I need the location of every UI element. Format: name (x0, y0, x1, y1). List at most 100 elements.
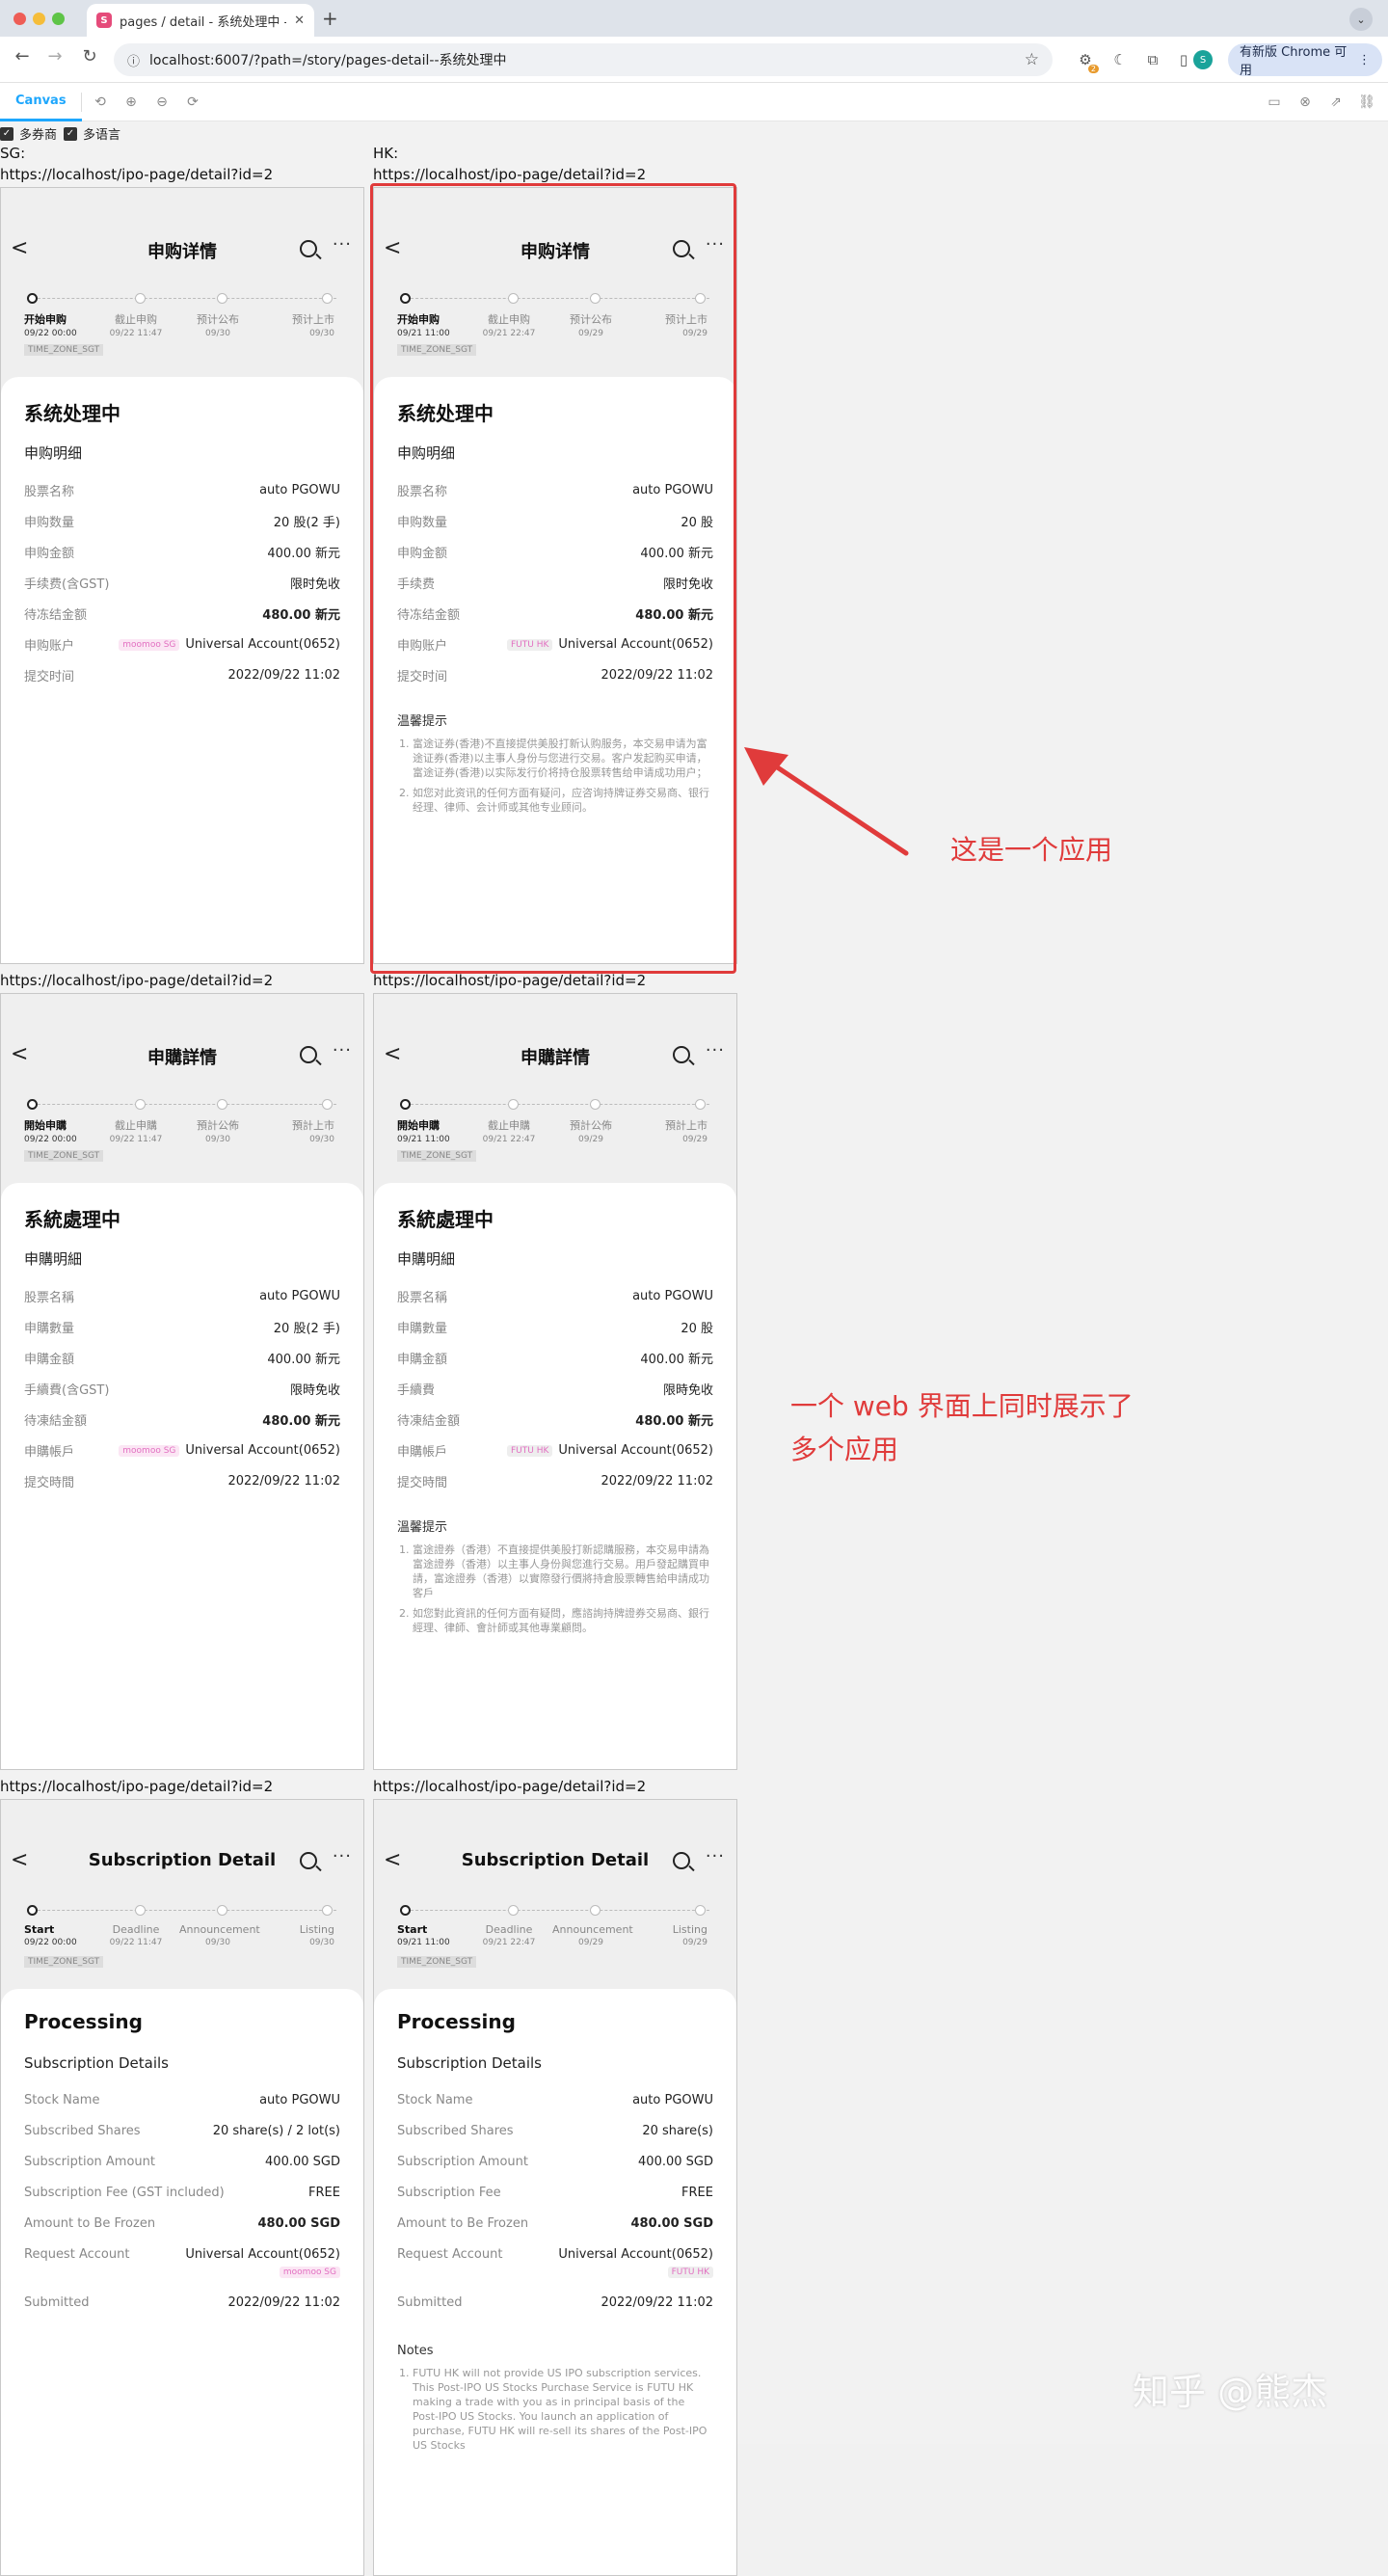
row-value-text: 2022/09/22 11:02 (227, 1474, 340, 1489)
more-icon[interactable]: ··· (706, 1040, 725, 1060)
detail-row: 申購帳戶 moomoo SG Universal Account(0652) (24, 1441, 340, 1460)
back-icon[interactable]: ← (10, 46, 35, 67)
detail-row: Subscription Fee (GST included) FREE (24, 2186, 340, 2200)
step-name: 截止申購 (488, 1119, 530, 1132)
step-name: 截止申购 (115, 313, 157, 326)
remount-icon[interactable]: ⟲ (91, 93, 110, 112)
highlight-frame (370, 183, 736, 974)
row-value-text: Universal Account(0652) (558, 2247, 713, 2262)
timeline-dot (217, 293, 227, 304)
row-value: 400.00 SGD (265, 2155, 340, 2169)
site-info-icon[interactable]: ⓘ (127, 51, 140, 69)
search-icon[interactable] (300, 240, 317, 257)
forward-icon[interactable]: → (42, 46, 67, 67)
timeline-step: Start 09/22 00:00 (24, 1923, 101, 1947)
row-value: 20 股(2 手) (274, 512, 340, 530)
annotation-note-app: 这是一个应用 (950, 834, 1113, 866)
step-date: 09/30 (205, 329, 230, 338)
address-bar[interactable]: ⓘ localhost:6007/?path=/story/pages-deta… (114, 43, 1053, 76)
row-value: auto PGOWU (259, 481, 340, 499)
search-icon[interactable] (300, 1046, 317, 1063)
row-label: 提交時間 (24, 1476, 75, 1490)
detail-row: Amount to Be Frozen 480.00 SGD (24, 2216, 340, 2231)
more-icon[interactable]: ··· (333, 234, 352, 255)
step-date: 09/29 (578, 1938, 603, 1947)
more-icon[interactable]: ··· (706, 1846, 725, 1866)
detail-card: 系统处理中 申购明细 股票名称 auto PGOWU 申购数量 20 股(2 手) 申购金额… (1, 377, 363, 963)
search-icon[interactable] (300, 1852, 317, 1869)
row-label: Amount to Be Frozen (24, 2216, 156, 2231)
app-frame: < 申购详情 ··· 开始申购 09/22 00:00 截止申购 09/22 11:47 预计… (0, 187, 364, 964)
note-item: 富途證券（香港）不直接提供美股打新認購服務，本交易申請為富途證券（香港）以主事人… (413, 1543, 713, 1600)
zoom-out-icon[interactable]: ⊖ (152, 93, 172, 112)
row-label: 申購金額 (24, 1353, 75, 1367)
detail-row: 待凍結金額 480.00 新元 (397, 1410, 713, 1429)
step-date: 09/30 (309, 1938, 334, 1947)
timezone-tag: TIME_ZONE_SGT (397, 1956, 477, 1968)
detail-row: 手续费(含GST) 限时免收 (24, 574, 340, 592)
outline-icon[interactable]: ⊗ (1295, 93, 1315, 112)
row-label: 手續費(含GST) (24, 1383, 110, 1398)
search-icon[interactable] (673, 1046, 690, 1063)
zoom-in-icon[interactable]: ⊕ (121, 93, 141, 112)
storybook-toolbar: Canvas ⟲ ⊕ ⊖ ⟳ ▭ ⊗ ⇗ ⛓ (0, 83, 1388, 121)
row-value-text: 20 股(2 手) (273, 516, 340, 530)
tab-search-chevron-icon[interactable]: ⌄ (1349, 8, 1373, 31)
timeline-step: Start 09/21 11:00 (397, 1923, 474, 1947)
extension-icon[interactable]: ⚙ 2 (1074, 48, 1099, 73)
extensions-puzzle-icon[interactable]: ⧉ (1141, 48, 1164, 71)
row-value: 480.00 新元 (262, 1410, 340, 1429)
timezone-tag: TIME_ZONE_SGT (24, 1150, 104, 1162)
row-label: Stock Name (24, 2093, 100, 2107)
toggle-multi-broker[interactable]: ✓ 多券商 (0, 124, 57, 143)
timeline-dot (590, 1099, 601, 1110)
checkbox-checked-icon[interactable]: ✓ (64, 126, 77, 141)
timezone-tag: TIME_ZONE_SGT (24, 344, 104, 356)
minimize-window-button[interactable] (33, 13, 45, 25)
checkbox-checked-icon[interactable]: ✓ (0, 126, 13, 141)
timeline-dot (135, 293, 146, 304)
sg-label: SG: (0, 145, 26, 162)
more-icon[interactable]: ··· (333, 1040, 352, 1060)
search-icon[interactable] (673, 1852, 690, 1869)
timezone-tag: TIME_ZONE_SGT (397, 1150, 477, 1162)
zhihu-watermark: 知乎 @熊杰 (1133, 2371, 1328, 2413)
row-value-text: 480.00 SGD (630, 2216, 713, 2231)
chrome-update-button[interactable]: 有新版 Chrome 可用 ⋮ (1228, 43, 1382, 78)
timeline-dot (508, 1099, 519, 1110)
viewport-icon[interactable]: ▭ (1265, 93, 1284, 112)
sidebar-icon[interactable]: ▯ (1172, 48, 1195, 71)
timeline-dot (322, 293, 333, 304)
row-label: 申购数量 (24, 516, 75, 530)
close-tab-icon[interactable]: ✕ (294, 13, 305, 28)
toggle-label: 多券商 (19, 128, 58, 143)
row-value-text: 400.00 SGD (265, 2155, 340, 2169)
profile-avatar[interactable]: S (1193, 50, 1213, 69)
timeline-dot (508, 1905, 519, 1916)
row-value-text: 20 share(s) (642, 2124, 713, 2138)
new-tab-icon[interactable]: + (322, 7, 338, 30)
maximize-window-button[interactable] (52, 13, 65, 25)
row-value: Universal Account(0652) moomoo SG (185, 2247, 340, 2278)
row-label: 股票名稱 (24, 1291, 75, 1305)
step-date: 09/22 11:47 (109, 329, 163, 338)
copy-link-icon[interactable]: ⛓ (1357, 93, 1376, 112)
more-icon[interactable]: ··· (333, 1846, 352, 1866)
reload-icon[interactable]: ↻ (77, 46, 102, 67)
timeline-step: 预计公布 09/30 (179, 311, 256, 338)
timeline-dot (322, 1099, 333, 1110)
timeline-step: Listing 09/29 (630, 1923, 707, 1947)
detail-row: Subscription Amount 400.00 SGD (397, 2155, 713, 2169)
timeline-step: 截止申購 09/22 11:47 (97, 1117, 174, 1144)
extension-moon-icon[interactable]: ☾ (1108, 48, 1132, 71)
open-new-tab-icon[interactable]: ⇗ (1326, 93, 1346, 112)
app-frame: < Subscription Detail ··· Start 09/21 11:00 D… (373, 1799, 737, 2576)
tab-canvas[interactable]: Canvas (0, 83, 82, 121)
browser-tab[interactable]: S pages / detail - 系统处理中 - S ✕ (87, 4, 314, 37)
bookmark-star-icon[interactable]: ☆ (1025, 50, 1039, 69)
zoom-reset-icon[interactable]: ⟳ (183, 93, 202, 112)
chrome-menu-icon[interactable]: ⋮ (1358, 53, 1371, 67)
toggle-multi-language[interactable]: ✓ 多语言 (64, 124, 120, 143)
timeline-dot (27, 1099, 38, 1110)
close-window-button[interactable] (13, 13, 26, 25)
